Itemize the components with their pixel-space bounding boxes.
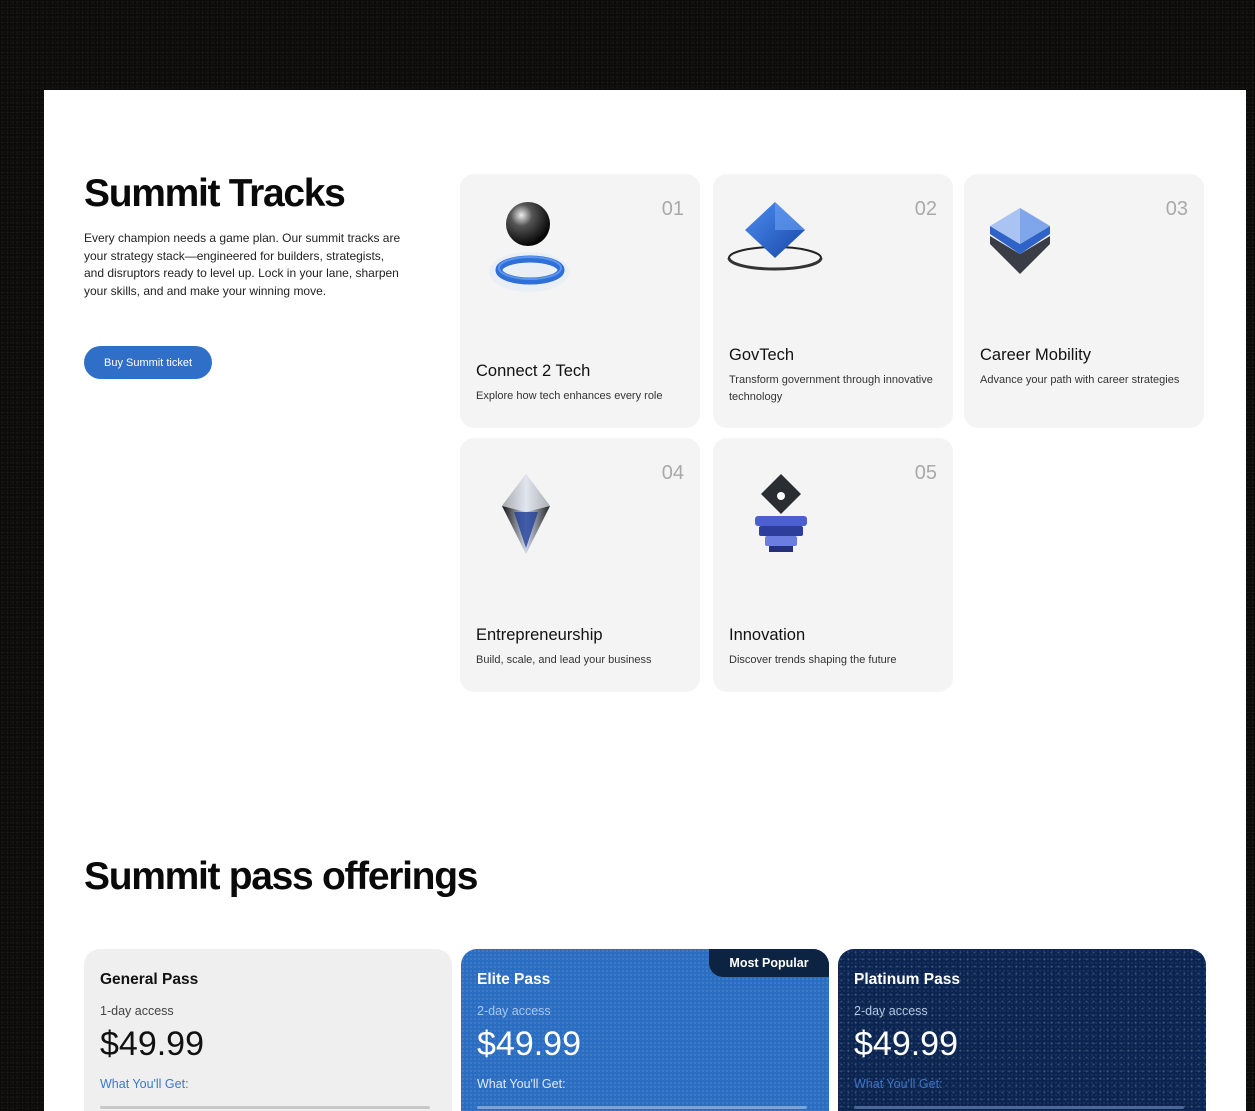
track-description: Transform government through innovative … [729, 374, 933, 403]
pass-price: $49.99 [477, 1025, 581, 1063]
pass-feature-line [100, 1106, 430, 1109]
pass-price: $49.99 [100, 1025, 204, 1063]
track-description: Build, scale, and lead your business [476, 654, 652, 666]
layers-stack-icon [990, 208, 1050, 274]
pass-includes-label: What You'll Get: [100, 1077, 189, 1091]
pass-includes-label: What You'll Get: [854, 1077, 943, 1091]
track-name: Innovation [729, 626, 806, 644]
most-popular-badge: Most Popular [709, 949, 829, 977]
tracks-description: Every champion needs a game plan. Our su… [84, 231, 401, 298]
pass-includes-label: What You'll Get: [477, 1077, 566, 1091]
track-card-entrepreneurship[interactable]: 04 Entrepreneurship Build, scale, and le… [460, 438, 700, 692]
tracks-title: Summit Tracks [84, 172, 346, 215]
track-card-career-mobility[interactable]: 03 Career Mobility Advance your path wit… [964, 174, 1204, 428]
track-name: Connect 2 Tech [476, 362, 591, 380]
track-name: Career Mobility [980, 346, 1091, 364]
pass-card-elite[interactable]: Most Popular Elite Pass 2-day access $49… [461, 949, 829, 1111]
track-number: 05 [914, 462, 937, 484]
pass-price: $49.99 [854, 1025, 958, 1063]
track-card-govtech[interactable]: 02 GovTech Transform government through … [713, 174, 953, 428]
page-panel: Summit Tracks Every champion needs a gam… [44, 90, 1246, 1111]
track-number: 01 [661, 198, 684, 220]
track-number: 04 [661, 462, 684, 484]
track-description: Explore how tech enhances every role [476, 390, 663, 402]
pedestal-diamond-icon [755, 474, 807, 552]
track-description: Advance your path with career strategies [980, 374, 1180, 386]
diamond-orbit-icon [727, 202, 823, 271]
sphere-ring-icon [489, 202, 569, 292]
pass-feature-line [854, 1106, 1184, 1109]
track-card-connect-2-tech[interactable]: 01 Connect 2 Tech Explore how tech enhan… [460, 174, 700, 428]
crystal-gem-icon [502, 474, 550, 554]
track-name: GovTech [729, 346, 795, 364]
pass-name: Elite Pass [477, 971, 551, 988]
pass-feature-line [477, 1106, 807, 1109]
track-number: 03 [1165, 198, 1188, 220]
pass-access: 1-day access [100, 1004, 174, 1018]
track-description: Discover trends shaping the future [729, 654, 897, 666]
tracks-intro: Summit Tracks Every champion needs a gam… [84, 172, 404, 300]
passes-title: Summit pass offerings [84, 855, 478, 898]
pass-access: 2-day access [854, 1004, 928, 1018]
pass-card-general[interactable]: General Pass 1-day access $49.99 What Yo… [84, 949, 452, 1111]
pass-name: General Pass [100, 971, 199, 988]
pass-access: 2-day access [477, 1004, 551, 1018]
pass-name: Platinum Pass [854, 971, 960, 988]
buy-ticket-button[interactable]: Buy Summit ticket [84, 346, 212, 379]
track-name: Entrepreneurship [476, 626, 603, 644]
track-number: 02 [914, 198, 937, 220]
pass-card-platinum[interactable]: Platinum Pass 2-day access $49.99 What Y… [838, 949, 1206, 1111]
track-card-innovation[interactable]: 05 Innovation Discover trends shaping th… [713, 438, 953, 692]
